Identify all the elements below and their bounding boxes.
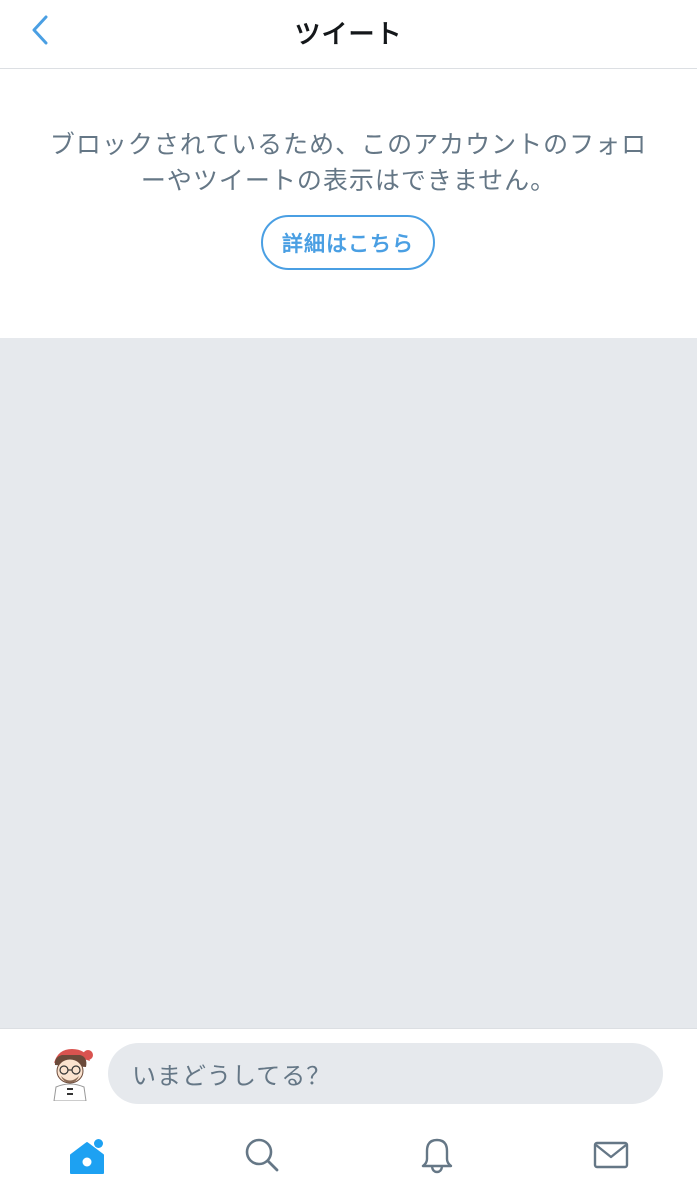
compose-bar: いまどうしてる？	[0, 1028, 697, 1119]
nav-header: ツイート	[0, 0, 697, 69]
tab-notifications[interactable]	[412, 1132, 462, 1182]
tweet-screen: ツイート ブロックされているため、このアカウントのフォローやツイートの表示はでき…	[0, 0, 697, 1200]
blocked-notice: ブロックされているため、このアカウントのフォローやツイートの表示はできません。 …	[0, 69, 697, 338]
details-button[interactable]: 詳細はこちら	[261, 215, 435, 270]
tab-messages[interactable]	[586, 1132, 636, 1182]
bell-icon	[417, 1135, 457, 1179]
empty-timeline-area	[0, 338, 697, 1028]
tab-bar	[0, 1118, 697, 1200]
avatar[interactable]	[44, 1045, 96, 1102]
blocked-message: ブロックされているため、このアカウントのフォローやツイートの表示はできません。	[49, 130, 648, 195]
page-title: ツイート	[294, 20, 403, 50]
tab-home[interactable]	[62, 1132, 112, 1182]
search-icon	[242, 1135, 282, 1179]
compose-input[interactable]: いまどうしてる？	[108, 1043, 663, 1104]
home-icon	[67, 1137, 107, 1177]
envelope-icon	[591, 1135, 631, 1179]
tab-search[interactable]	[237, 1132, 287, 1182]
new-indicator-dot	[94, 1139, 103, 1148]
